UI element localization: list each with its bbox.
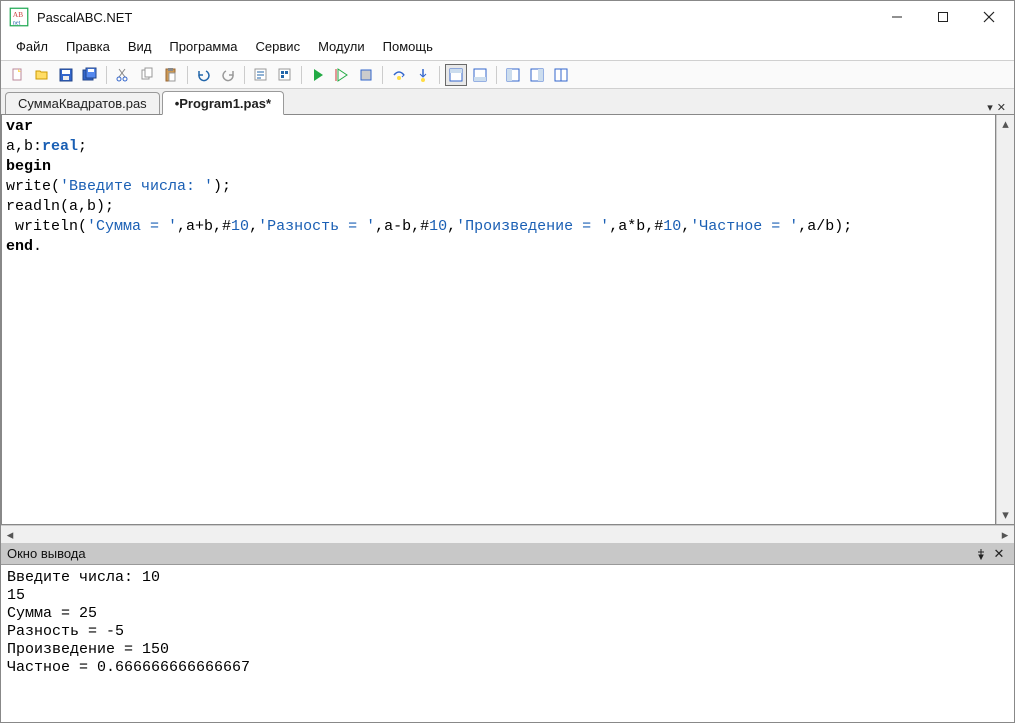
panel-close-icon[interactable]: ✕	[990, 545, 1008, 563]
toolbar-separator	[106, 66, 107, 84]
panel-toggle-4-icon[interactable]	[526, 64, 548, 86]
save-icon[interactable]	[55, 64, 77, 86]
stop-icon[interactable]	[355, 64, 377, 86]
output-panel-header: Окно вывода ✕	[1, 543, 1014, 565]
menu-modules[interactable]: Модули	[309, 35, 374, 58]
output-panel-title: Окно вывода	[7, 546, 86, 561]
menu-program[interactable]: Программа	[160, 35, 246, 58]
menubar: Файл Правка Вид Программа Сервис Модули …	[1, 33, 1014, 61]
code-editor[interactable]: var a,b:real; begin write('Введите числа…	[1, 115, 996, 524]
panel-toggle-1-icon[interactable]	[445, 64, 467, 86]
toolbar-separator	[187, 66, 188, 84]
code-content: var a,b:real; begin write('Введите числа…	[2, 115, 995, 259]
maximize-button[interactable]	[920, 2, 966, 32]
window-title: PascalABC.NET	[35, 10, 874, 25]
copy-icon[interactable]	[136, 64, 158, 86]
toolbar-separator	[496, 66, 497, 84]
run-alt-icon[interactable]	[331, 64, 353, 86]
cut-icon[interactable]	[112, 64, 134, 86]
tab-summakvadratov[interactable]: СуммаКвадратов.pas	[5, 92, 160, 114]
paste-icon[interactable]	[160, 64, 182, 86]
svg-text:net: net	[13, 20, 21, 27]
compile-icon[interactable]	[250, 64, 272, 86]
tab-controls: ▾ ✕	[987, 101, 1010, 114]
toolbar-separator	[382, 66, 383, 84]
tab-program1[interactable]: •Program1.pas*	[162, 91, 284, 115]
new-file-icon[interactable]	[7, 64, 29, 86]
panel-toggle-3-icon[interactable]	[502, 64, 524, 86]
tab-close-icon[interactable]: ✕	[997, 101, 1006, 114]
output-text: Введите числа: 10 15 Сумма = 25 Разность…	[1, 565, 1014, 681]
titlebar: ABnet PascalABC.NET	[1, 1, 1014, 33]
scroll-down-icon[interactable]: ▾	[997, 506, 1014, 524]
redo-icon[interactable]	[217, 64, 239, 86]
panel-toggle-2-icon[interactable]	[469, 64, 491, 86]
run-icon[interactable]	[307, 64, 329, 86]
menu-help[interactable]: Помощь	[374, 35, 442, 58]
menu-service[interactable]: Сервис	[247, 35, 310, 58]
output-panel[interactable]: Введите числа: 10 15 Сумма = 25 Разность…	[1, 565, 1014, 722]
step-over-icon[interactable]	[388, 64, 410, 86]
toolbar-separator	[301, 66, 302, 84]
undo-icon[interactable]	[193, 64, 215, 86]
save-all-icon[interactable]	[79, 64, 101, 86]
tabbar: СуммаКвадратов.pas •Program1.pas* ▾ ✕	[1, 89, 1014, 115]
tab-dropdown-icon[interactable]: ▾	[987, 101, 993, 114]
toolbar-separator	[244, 66, 245, 84]
menu-file[interactable]: Файл	[7, 35, 57, 58]
pin-icon[interactable]	[972, 545, 990, 563]
editor-horizontal-scrollbar[interactable]: ◂ ▸	[1, 525, 1014, 543]
editor-area: var a,b:real; begin write('Введите числа…	[1, 115, 1014, 525]
editor-vertical-scrollbar[interactable]: ▴ ▾	[996, 115, 1014, 524]
menu-edit[interactable]: Правка	[57, 35, 119, 58]
toolbar-separator	[439, 66, 440, 84]
app-logo-icon: ABnet	[9, 7, 29, 27]
scroll-left-icon[interactable]: ◂	[1, 526, 19, 543]
scroll-right-icon[interactable]: ▸	[996, 526, 1014, 543]
build-icon[interactable]	[274, 64, 296, 86]
minimize-button[interactable]	[874, 2, 920, 32]
tab-label: СуммаКвадратов.pas	[18, 96, 147, 111]
step-into-icon[interactable]	[412, 64, 434, 86]
panel-toggle-5-icon[interactable]	[550, 64, 572, 86]
close-button[interactable]	[966, 2, 1012, 32]
tab-label: •Program1.pas*	[175, 96, 271, 111]
scroll-up-icon[interactable]: ▴	[997, 115, 1014, 133]
toolbar	[1, 61, 1014, 89]
open-file-icon[interactable]	[31, 64, 53, 86]
menu-view[interactable]: Вид	[119, 35, 161, 58]
svg-text:AB: AB	[13, 10, 23, 19]
